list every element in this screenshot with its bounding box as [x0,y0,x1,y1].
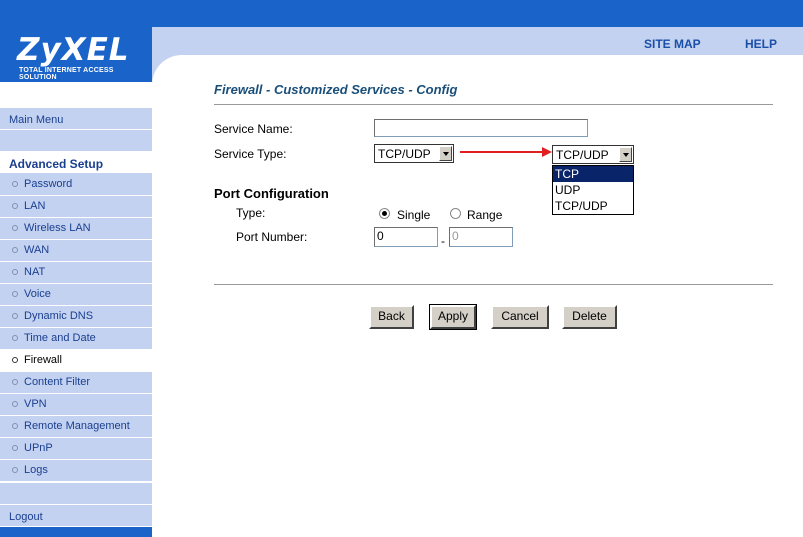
back-button[interactable]: Back [369,305,414,329]
divider-bottom [214,284,773,286]
bullet-icon [12,203,18,209]
sidebar-item-remote-management[interactable]: Remote Management [0,416,152,438]
header-band [152,27,803,55]
sidebar-item-wireless-lan[interactable]: Wireless LAN [0,218,152,240]
bullet-icon [12,313,18,319]
sidebar-item-label: Password [24,178,73,190]
sidebar-item-dynamic-dns[interactable]: Dynamic DNS [0,306,152,328]
main-content: Firewall - Customized Services - Config … [152,82,803,537]
type-single-label: Single [397,208,431,222]
main-menu-label: Main Menu [9,114,64,126]
sidebar-item-lan[interactable]: LAN [0,196,152,218]
help-link[interactable]: HELP [745,37,777,51]
chevron-down-icon[interactable] [619,147,632,162]
type-label: Type: [236,206,266,220]
advanced-setup-heading: Advanced Setup [9,157,104,171]
bullet-icon [12,225,18,231]
sidebar-item-logs[interactable]: Logs [0,460,152,482]
sidebar-main-menu[interactable]: Main Menu [0,108,152,130]
sidebar-item-label: Content Filter [24,376,91,388]
bullet-icon [12,467,18,473]
sidebar-item-label: UPnP [24,442,53,454]
bullet-icon [12,357,18,363]
service-name-label: Service Name: [214,122,293,136]
site-map-link[interactable]: SITE MAP [644,37,701,51]
sidebar-item-firewall[interactable]: Firewall [0,350,152,372]
sidebar-item-label: Wireless LAN [24,222,91,234]
sidebar-advanced-setup: Advanced Setup [0,152,152,174]
sidebar-item-upnp[interactable]: UPnP [0,438,152,460]
service-type-options: TCP UDP TCP/UDP [552,165,634,215]
bullet-icon [12,379,18,385]
sidebar-item-label: Logs [24,464,48,476]
sidebar: Main Menu Advanced Setup Password LAN Wire… [0,82,152,537]
service-type-option-tcp-udp[interactable]: TCP/UDP [553,198,633,214]
port-configuration-heading: Port Configuration [214,186,329,201]
annotation-arrow-icon [460,147,552,157]
sidebar-item-nat[interactable]: NAT [0,262,152,284]
type-range-label: Range [467,208,503,222]
service-type-option-udp[interactable]: UDP [553,182,633,198]
sidebar-item-voice[interactable]: Voice [0,284,152,306]
bullet-icon [12,181,18,187]
apply-button[interactable]: Apply [429,304,477,330]
divider-top [214,104,773,106]
bullet-icon [12,445,18,451]
bullet-icon [12,423,18,429]
sidebar-item-label: Voice [24,288,51,300]
bullet-icon [12,335,18,341]
sidebar-item-label: Time and Date [24,332,96,344]
sidebar-item-label: LAN [24,200,46,212]
service-type-select-open[interactable]: TCP/UDP [552,145,634,164]
bullet-icon [12,247,18,253]
brand-name: ZyXEL [17,32,130,68]
top-bar [0,0,803,27]
logo: ZyXEL TOTAL INTERNET ACCESS SOLUTION [0,27,152,82]
sidebar-item-password[interactable]: Password [0,174,152,196]
bullet-icon [12,291,18,297]
type-single-radio[interactable] [379,208,390,219]
sidebar-item-label: VPN [24,398,47,410]
sidebar-item-content-filter[interactable]: Content Filter [0,372,152,394]
service-type-option-tcp[interactable]: TCP [553,166,633,182]
type-range-radio[interactable] [450,208,461,219]
logout-label: Logout [9,511,43,523]
service-type-value: TCP/UDP [378,147,431,161]
bullet-icon [12,401,18,407]
chevron-down-icon[interactable] [439,146,452,161]
service-type-select[interactable]: TCP/UDP [374,144,454,163]
sidebar-item-wan[interactable]: WAN [0,240,152,262]
page-title: Firewall - Customized Services - Config [214,82,458,97]
port-number-label: Port Number: [236,230,308,244]
port-separator: - [441,234,445,248]
service-type-label: Service Type: [214,147,287,161]
service-name-input[interactable] [374,119,588,137]
bullet-icon [12,269,18,275]
service-type-open-value: TCP/UDP [556,148,609,162]
sidebar-item-time-and-date[interactable]: Time and Date [0,328,152,350]
sidebar-item-label: Remote Management [24,420,130,432]
sidebar-item-vpn[interactable]: VPN [0,394,152,416]
brand-tagline: TOTAL INTERNET ACCESS SOLUTION [19,67,114,81]
cancel-button[interactable]: Cancel [491,305,549,329]
sidebar-item-label: Firewall [24,354,62,366]
sidebar-logout[interactable]: Logout [0,505,152,527]
sidebar-item-label: Dynamic DNS [24,310,94,322]
port-start-input[interactable]: 0 [374,227,438,247]
sidebar-item-label: WAN [24,244,50,256]
delete-button[interactable]: Delete [562,305,617,329]
sidebar-item-label: NAT [24,266,46,278]
port-end-input[interactable]: 0 [449,227,513,247]
